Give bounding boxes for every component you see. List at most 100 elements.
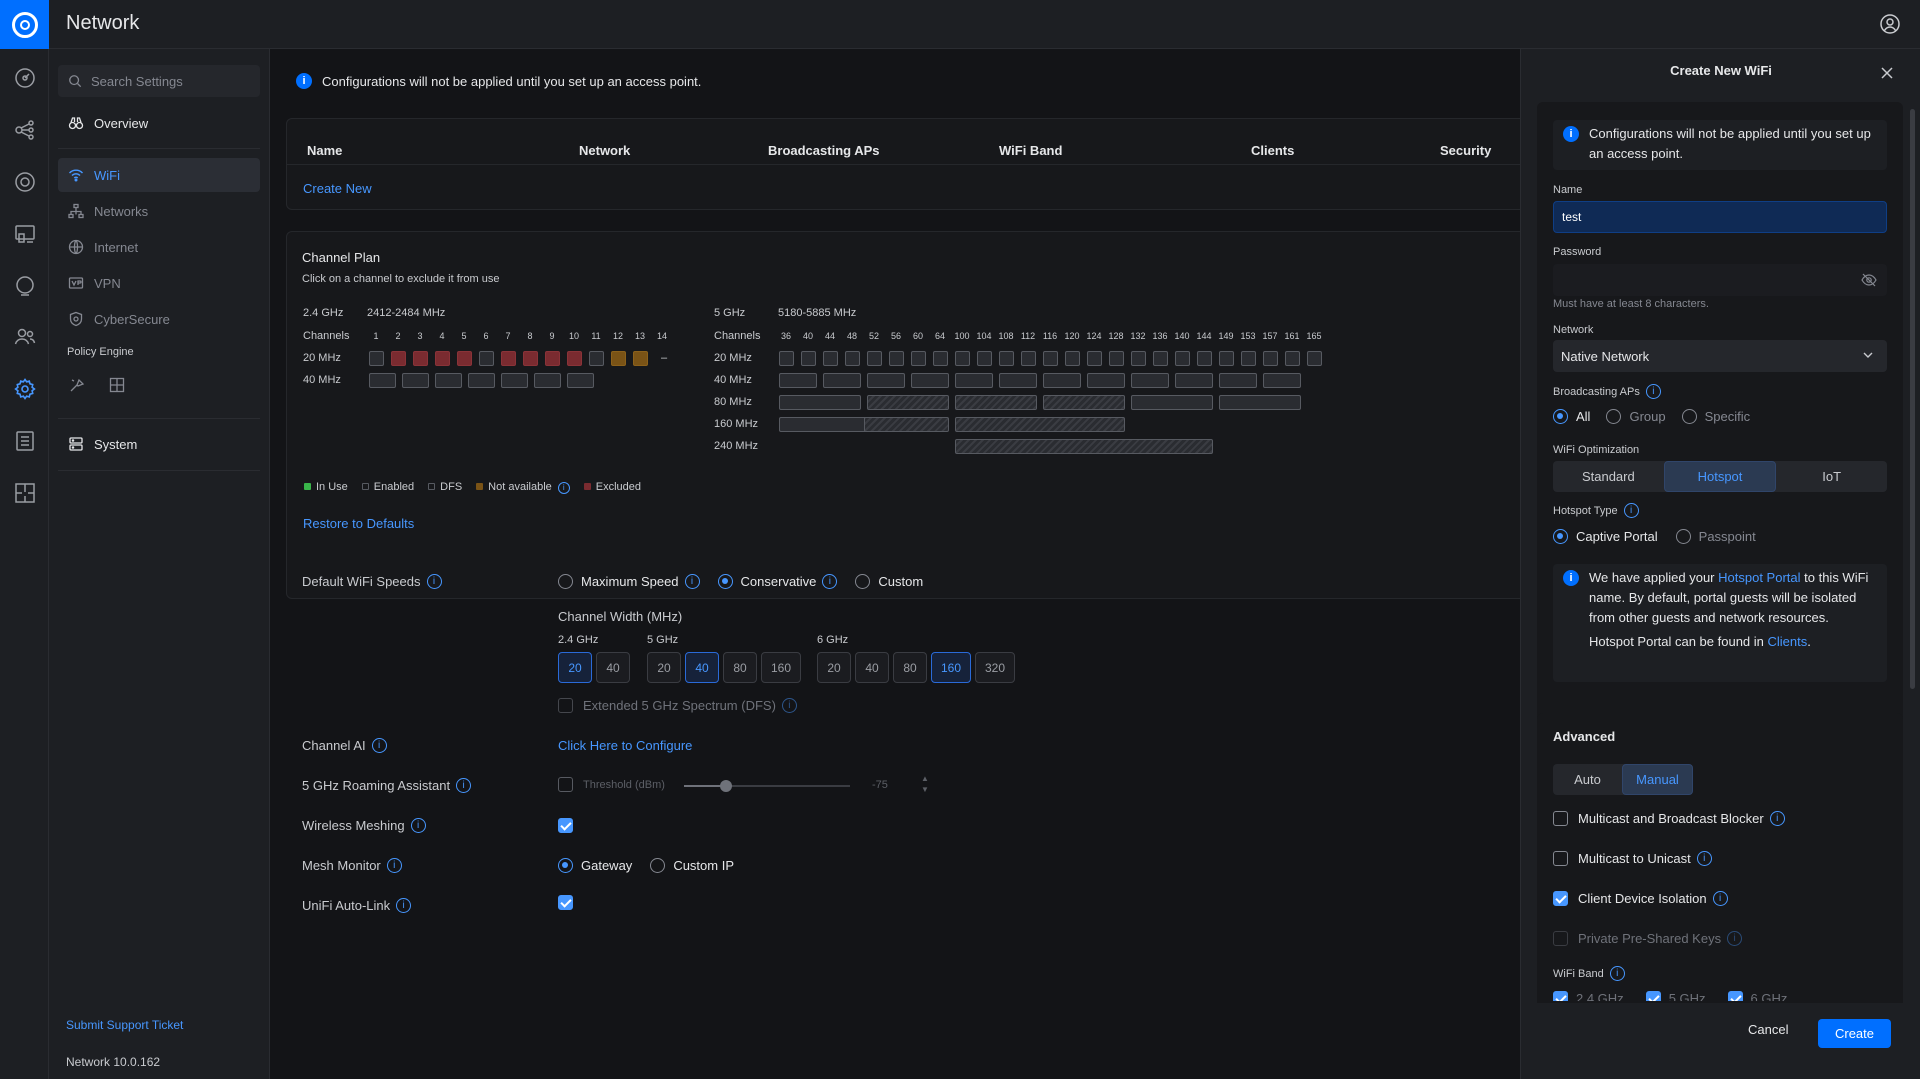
channel-box-24-20mhz[interactable] [633, 351, 648, 366]
cancel-button[interactable]: Cancel [1748, 1022, 1788, 1037]
channel-ai-configure-link[interactable]: Click Here to Configure [558, 738, 692, 753]
settings-gear-icon[interactable] [12, 376, 38, 402]
extended-5ghz-checkbox[interactable] [558, 698, 573, 713]
channel-box-5-40mhz[interactable] [955, 373, 993, 388]
channel-box-5-80mhz[interactable] [779, 395, 861, 410]
channel-box-5-20mhz[interactable] [1307, 351, 1322, 366]
channel-box-24-20mhz[interactable] [457, 351, 472, 366]
threshold-value[interactable]: -75 [872, 779, 888, 791]
close-icon[interactable] [1880, 66, 1894, 80]
band-5-checkbox[interactable] [1645, 991, 1661, 1001]
threshold-stepper-icon[interactable]: ▲ ▼ [921, 773, 929, 795]
unifi-auto-link-checkbox[interactable] [558, 895, 573, 910]
channel-box-24-40mhz[interactable] [501, 373, 528, 388]
multicast-to-unicast-checkbox[interactable] [1553, 851, 1568, 866]
channel-box-5-80mhz[interactable] [955, 395, 1037, 410]
channel-box-5-20mhz[interactable] [889, 351, 904, 366]
devices-icon[interactable] [12, 169, 38, 195]
channel-box-5-160mhz[interactable] [864, 417, 949, 432]
info-icon[interactable]: i [386, 858, 402, 873]
channel-width-40-button[interactable]: 40 [685, 652, 719, 683]
channel-box-5-20mhz[interactable] [955, 351, 970, 366]
channel-width-20-button[interactable]: 20 [558, 652, 592, 683]
column-header-security[interactable]: Security [1440, 143, 1491, 158]
channel-box-5-20mhz[interactable] [801, 351, 816, 366]
channel-box-24-20mhz[interactable] [611, 351, 626, 366]
search-settings-input[interactable]: Search Settings [58, 65, 260, 97]
custom-radio[interactable] [855, 574, 871, 589]
info-icon[interactable]: i [410, 818, 426, 833]
all-aps-radio[interactable] [1553, 409, 1568, 424]
channel-box-5-40mhz[interactable] [779, 373, 817, 388]
channel-box-5-20mhz[interactable] [1153, 351, 1168, 366]
threshold-slider-track[interactable] [684, 780, 850, 792]
advanced-auto-button[interactable]: Auto [1553, 764, 1622, 795]
sidebar-item-vpn[interactable]: VPN [58, 266, 260, 300]
insights-icon[interactable] [12, 273, 38, 299]
sidebar-item-overview[interactable]: Overview [58, 106, 260, 140]
channel-box-5-40mhz[interactable] [911, 373, 949, 388]
channel-box-5-80mhz[interactable] [1131, 395, 1213, 410]
wireless-meshing-checkbox[interactable] [558, 818, 573, 833]
logs-icon[interactable] [12, 428, 38, 454]
channel-box-5-80mhz[interactable] [867, 395, 949, 410]
channel-box-24-40mhz[interactable] [534, 373, 561, 388]
channel-box-24-20mhz[interactable] [545, 351, 560, 366]
info-icon[interactable]: i [426, 574, 442, 589]
channel-box-5-20mhz[interactable] [911, 351, 926, 366]
captive-portal-radio[interactable] [1553, 529, 1568, 544]
band-24-checkbox[interactable] [1553, 991, 1568, 1001]
optimization-hotspot-button[interactable]: Hotspot [1663, 461, 1777, 492]
channel-box-5-240mhz[interactable] [955, 439, 1213, 454]
channel-box-5-20mhz[interactable] [933, 351, 948, 366]
channel-width-320-button[interactable]: 320 [975, 652, 1015, 683]
sidebar-item-internet[interactable]: Internet [58, 230, 260, 264]
sidebar-item-networks[interactable]: Networks [58, 194, 260, 228]
channel-width-160-button[interactable]: 160 [931, 652, 971, 683]
channel-box-24-20mhz[interactable] [523, 351, 538, 366]
channel-width-160-button[interactable]: 160 [761, 652, 801, 683]
policy-tool-icon[interactable] [68, 376, 86, 394]
channel-box-5-40mhz[interactable] [999, 373, 1037, 388]
info-icon[interactable]: i [456, 778, 472, 793]
channel-box-5-80mhz[interactable] [1219, 395, 1301, 410]
channel-box-24-40mhz[interactable] [402, 373, 429, 388]
channel-box-5-20mhz[interactable] [1219, 351, 1234, 366]
channel-box-24-20mhz[interactable] [435, 351, 450, 366]
channel-box-5-80mhz[interactable] [1043, 395, 1125, 410]
maximum-speed-radio[interactable] [558, 574, 573, 589]
info-icon[interactable]: i [1727, 931, 1743, 946]
info-icon[interactable]: i [1769, 811, 1785, 826]
channel-box-5-20mhz[interactable] [823, 351, 838, 366]
column-header-broadcasting-aps[interactable]: Broadcasting APs [768, 143, 880, 158]
channel-width-40-button[interactable]: 40 [855, 652, 889, 683]
channel-box-5-20mhz[interactable] [1021, 351, 1036, 366]
user-account-icon[interactable] [1878, 12, 1902, 36]
clients-icon[interactable] [12, 324, 38, 350]
optimization-standard-button[interactable]: Standard [1553, 461, 1664, 492]
group-aps-radio[interactable] [1606, 409, 1622, 424]
channel-box-5-20mhz[interactable] [1241, 351, 1256, 366]
channel-box-5-20mhz[interactable] [1175, 351, 1190, 366]
hotspot-portal-link[interactable]: Hotspot Portal [1718, 570, 1800, 585]
network-select[interactable]: Native Network [1553, 340, 1887, 372]
floorplan-icon[interactable] [12, 480, 38, 506]
channel-box-5-20mhz[interactable] [1087, 351, 1102, 366]
topology-icon[interactable] [12, 117, 38, 143]
band-6-checkbox[interactable] [1727, 991, 1743, 1001]
custom-ip-radio[interactable] [650, 858, 666, 873]
channel-box-24-20mhz[interactable] [567, 351, 582, 366]
unifi-logo-icon[interactable] [0, 0, 49, 49]
eye-hidden-icon[interactable] [1861, 273, 1877, 287]
info-icon[interactable]: i [684, 574, 700, 589]
threshold-slider-handle[interactable] [719, 780, 732, 792]
roaming-assistant-checkbox[interactable] [558, 777, 573, 792]
channel-box-5-20mhz[interactable] [1109, 351, 1124, 366]
private-psk-checkbox[interactable] [1553, 931, 1568, 946]
channel-box-24-20mhz[interactable] [391, 351, 406, 366]
channel-width-20-button[interactable]: 20 [817, 652, 851, 683]
channel-box-5-40mhz[interactable] [1175, 373, 1213, 388]
channel-box-24-20mhz[interactable] [479, 351, 494, 366]
sidebar-item-wifi[interactable]: WiFi [58, 158, 260, 192]
channel-width-40-button[interactable]: 40 [596, 652, 630, 683]
